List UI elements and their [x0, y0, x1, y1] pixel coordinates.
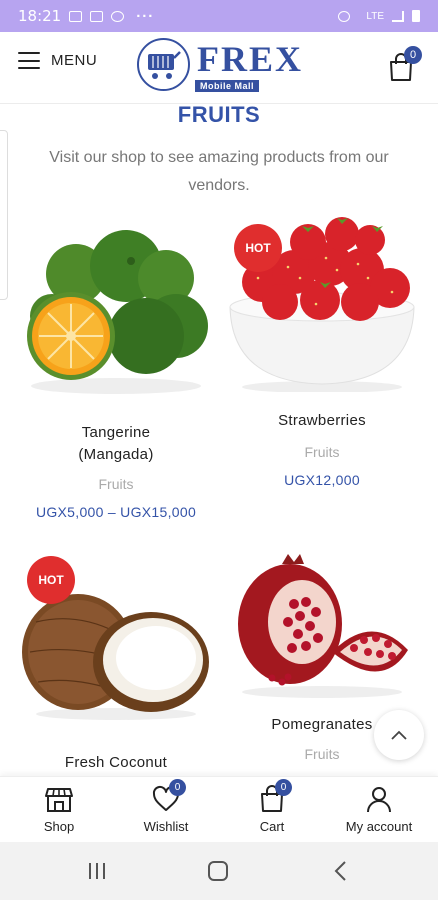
product-card[interactable]: Tangerine (Mangada) Fruits UGX5,000 – UG…	[16, 226, 216, 526]
system-navigation-bar	[0, 842, 438, 900]
header-cart-count: 0	[404, 46, 422, 64]
nav-shop-label: Shop	[43, 819, 75, 834]
logo-cart-icon	[148, 51, 181, 79]
tangerine-image[interactable]	[16, 226, 216, 396]
store-icon	[45, 788, 73, 812]
nav-shop[interactable]: Shop	[9, 785, 109, 837]
wishlist-count-badge: 0	[169, 779, 186, 796]
battery-icon	[412, 10, 420, 22]
site-logo[interactable]: FREX Mobile Mall	[137, 38, 302, 98]
nav-my-account[interactable]: My account	[329, 785, 429, 837]
status-bar: 18:21 ··· LTE	[0, 0, 438, 32]
home-icon	[208, 861, 228, 881]
menu-label: MENU	[51, 52, 98, 69]
recent-apps-icon	[89, 863, 105, 879]
status-time: 18:21	[18, 7, 62, 25]
logo-wordmark: FREX	[197, 39, 303, 79]
nav-cart-label: Cart	[259, 819, 285, 834]
nav-my-account-label: My account	[345, 819, 413, 834]
home-button[interactable]	[203, 858, 233, 884]
product-price: UGX12,000	[284, 472, 360, 488]
video-notification-icon	[90, 10, 104, 22]
hot-badge: HOT	[234, 224, 282, 272]
chevron-up-icon	[391, 730, 407, 740]
product-card[interactable]: HOT Strawberries Fruits UGX12,000	[222, 212, 422, 502]
logo-tagline: Mobile Mall	[195, 80, 260, 92]
network-type: LTE	[366, 10, 384, 22]
product-category[interactable]: Fruits	[16, 476, 216, 492]
bottom-navigation: Shop 0 Wishlist 0 Cart My account	[0, 776, 438, 842]
product-card[interactable]: HOT Fresh Coconut	[16, 552, 216, 776]
app-notification-icon	[111, 10, 125, 22]
side-drawer-tab[interactable]	[0, 130, 8, 300]
logo-emblem	[137, 38, 190, 91]
recent-apps-button[interactable]	[82, 858, 112, 884]
gallery-notification-icon	[69, 10, 83, 22]
nav-wishlist-label: Wishlist	[143, 819, 189, 834]
user-icon	[367, 787, 391, 813]
header-cart-button[interactable]: 0	[388, 46, 422, 82]
more-notifications-icon: ···	[136, 7, 155, 25]
pomegranate-image[interactable]	[222, 552, 422, 702]
scroll-to-top-button[interactable]	[374, 710, 424, 760]
page-title: FRUITS	[177, 102, 261, 127]
cart-count-badge: 0	[275, 779, 292, 796]
product-category[interactable]: Fruits	[222, 444, 422, 460]
hamburger-icon	[18, 52, 40, 69]
product-name[interactable]: Tangerine (Mangada)	[16, 422, 216, 466]
product-name[interactable]: Strawberries	[222, 410, 422, 432]
nav-cart[interactable]: 0 Cart	[222, 779, 322, 837]
product-price: UGX5,000 – UGX15,000	[35, 504, 197, 520]
product-name[interactable]: Fresh Coconut	[16, 752, 216, 774]
page-description: Visit our shop to see amazing products f…	[49, 149, 389, 194]
menu-button[interactable]: MENU	[18, 52, 97, 69]
hot-badge: HOT	[27, 556, 75, 604]
signal-icon	[392, 10, 404, 22]
site-header: MENU FREX Mobile Mall 0	[0, 32, 438, 104]
alarm-icon	[338, 10, 351, 22]
back-button[interactable]	[326, 858, 356, 884]
back-icon	[334, 861, 346, 881]
nav-wishlist[interactable]: 0 Wishlist	[116, 779, 216, 837]
